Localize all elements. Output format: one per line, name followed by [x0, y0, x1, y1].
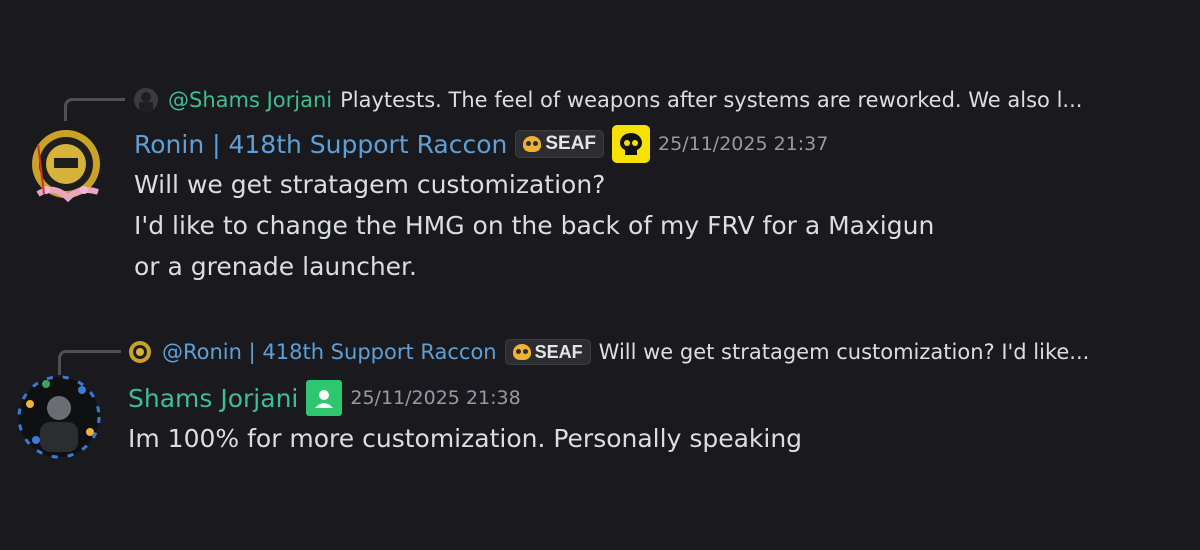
- skull-icon: [523, 136, 542, 152]
- author-name[interactable]: Shams Jorjani: [128, 384, 298, 413]
- message-line: Will we get stratagem customization?: [134, 170, 606, 199]
- timestamp[interactable]: 25/11/2025 21:37: [658, 133, 828, 155]
- reply-connector: [58, 350, 121, 375]
- reply-preview[interactable]: Playtests. The feel of weapons after sys…: [340, 88, 1082, 112]
- staff-badge[interactable]: [306, 380, 343, 416]
- message-header: Shams Jorjani 25/11/2025 21:38: [128, 378, 521, 418]
- shams-avatar[interactable]: [16, 374, 102, 460]
- reply-connector: [64, 98, 125, 121]
- reply-author[interactable]: @Ronin | 418th Support Raccon: [162, 340, 497, 364]
- server-tag[interactable]: SEAF: [504, 339, 591, 365]
- ronin-reply-avatar: [128, 340, 152, 364]
- server-tag-label: SEAF: [534, 341, 583, 362]
- server-tag[interactable]: SEAF: [515, 130, 605, 158]
- message-line: I'd like to change the HMG on the back o…: [134, 211, 935, 240]
- server-tag-label: SEAF: [545, 133, 597, 154]
- message-header: Ronin | 418th Support Raccon SEAF 25/11/…: [134, 124, 828, 164]
- helldivers-skull-badge[interactable]: [612, 125, 651, 163]
- ronin-avatar[interactable]: [24, 124, 108, 208]
- reply-reference[interactable]: @Shams Jorjani Playtests. The feel of we…: [134, 86, 1082, 114]
- message-line: Im 100% for more customization. Personal…: [128, 424, 803, 453]
- reply-preview[interactable]: Will we get stratagem customization? I'd…: [599, 340, 1090, 364]
- reply-author[interactable]: @Shams Jorjani: [168, 88, 332, 112]
- timestamp[interactable]: 25/11/2025 21:38: [350, 387, 520, 409]
- reply-reference[interactable]: @Ronin | 418th Support Raccon SEAF Will …: [128, 338, 1089, 366]
- shams-reply-avatar: [134, 88, 158, 112]
- message-line: or a grenade launcher.: [134, 252, 417, 281]
- author-name[interactable]: Ronin | 418th Support Raccon: [134, 130, 507, 159]
- skull-icon: [512, 344, 531, 360]
